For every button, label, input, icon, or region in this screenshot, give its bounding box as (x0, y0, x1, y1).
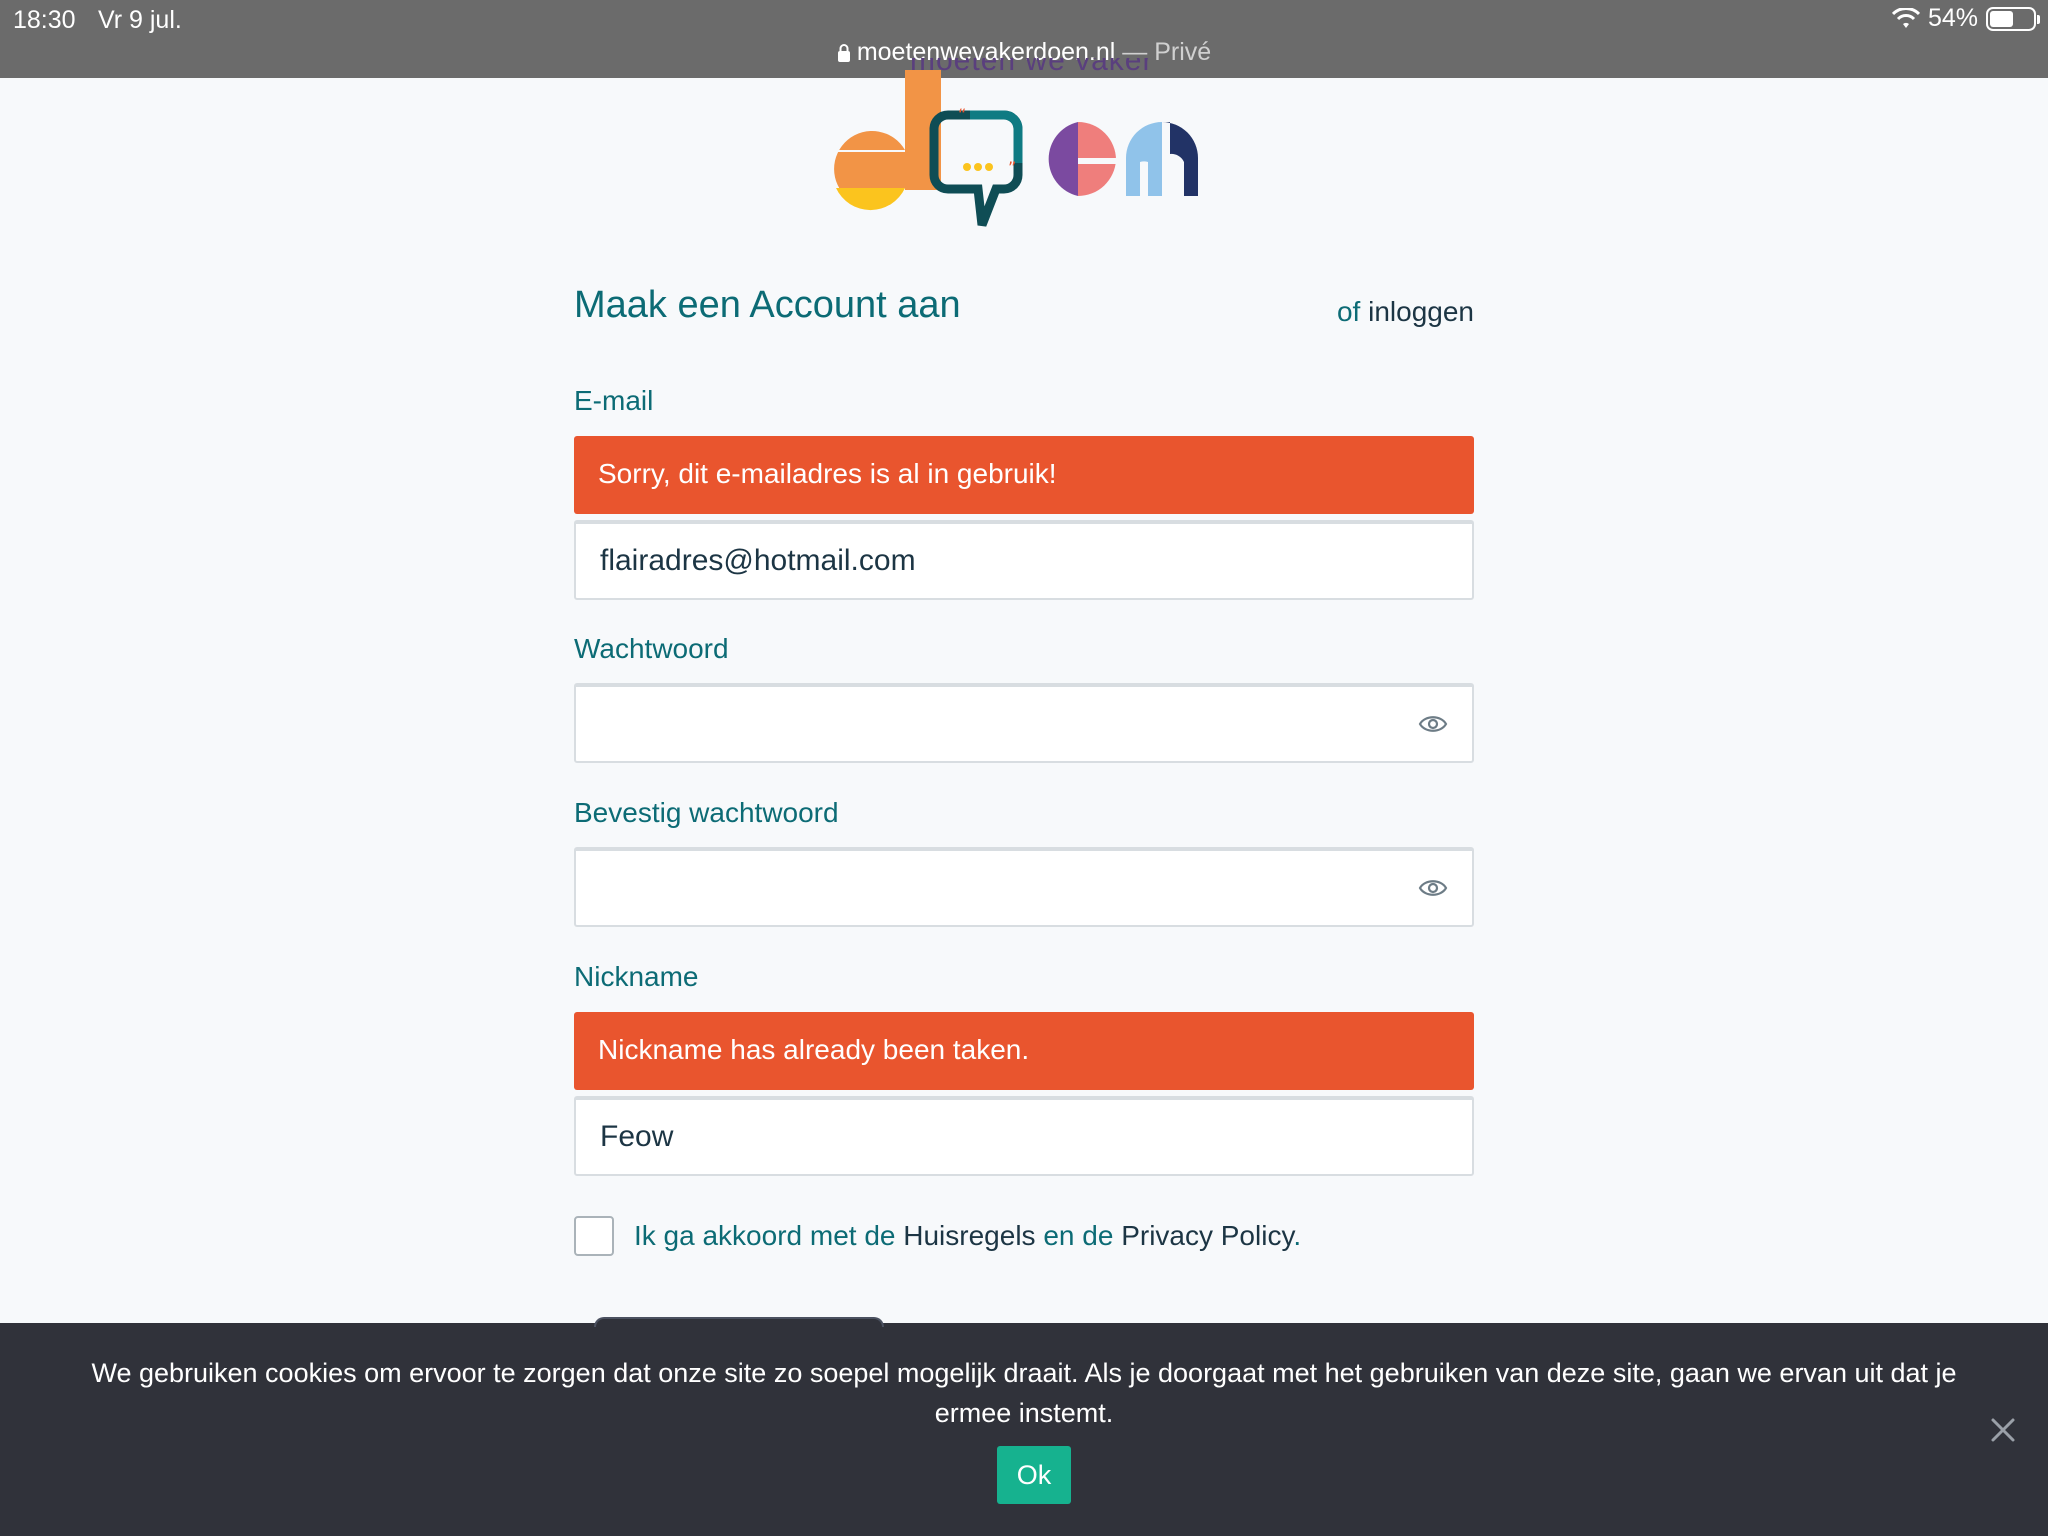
lock-icon (837, 44, 850, 62)
password-field[interactable] (574, 683, 1474, 763)
cookie-message: We gebruiken cookies om ervoor te zorgen… (91, 1358, 1957, 1428)
form-header: Maak een Account aan of inloggen (574, 270, 1474, 350)
svg-text:“: “ (958, 105, 966, 124)
cookie-banner: We gebruiken cookies om ervoor te zorgen… (0, 1317, 2048, 1536)
terms-checkbox[interactable] (574, 1216, 614, 1256)
battery-icon (1986, 6, 2040, 31)
battery-percentage: 54% (1927, 4, 1978, 32)
svg-text:”: ” (1008, 158, 1016, 177)
wifi-icon (1891, 7, 1920, 28)
cookie-ok-button[interactable]: Ok (997, 1446, 1071, 1504)
confirm-password-field[interactable] (574, 847, 1474, 927)
status-indicators: 54% (1891, 4, 2040, 33)
terms-agreement: Ik ga akkoord met de Huisregels en de Pr… (574, 1215, 1301, 1257)
status-date: Vr 9 jul. (98, 6, 182, 34)
battery-level-fill (1990, 10, 2013, 27)
hidden-submit-button-edge (594, 1317, 884, 1327)
site-logo[interactable]: doen “ ” (830, 70, 1220, 235)
login-link-group: of inloggen (1337, 296, 1474, 328)
status-time: 18:30 (13, 6, 76, 34)
password-input[interactable] (600, 705, 1380, 739)
register-form: Maak een Account aan of inloggen (574, 270, 1474, 350)
privacy-policy-link[interactable]: Privacy Policy (1121, 1220, 1293, 1251)
show-password-eye-icon[interactable] (1418, 709, 1448, 739)
terms-suffix: . (1293, 1220, 1302, 1251)
nickname-label: Nickname (574, 961, 699, 992)
confirm-password-input[interactable] (600, 869, 1380, 903)
nickname-input[interactable] (574, 1096, 1474, 1176)
email-input[interactable] (574, 520, 1474, 600)
login-prefix: of (1336, 296, 1361, 327)
password-label: Wachtwoord (574, 633, 729, 664)
page-title: Maak een Account aan (574, 284, 961, 326)
login-link[interactable]: inloggen (1368, 296, 1474, 327)
terms-middle: en de (1043, 1220, 1114, 1251)
nickname-error-alert: Nickname has already been taken. (574, 1012, 1474, 1090)
email-label: E-mail (574, 385, 654, 416)
confirm-password-label: Bevestig wachtwoord (574, 797, 839, 828)
terms-text: Ik ga akkoord met de Huisregels en de Pr… (634, 1220, 1301, 1252)
house-rules-link[interactable]: Huisregels (903, 1220, 1035, 1251)
close-icon[interactable] (1988, 1415, 2018, 1445)
show-confirm-password-eye-icon[interactable] (1418, 873, 1448, 903)
terms-prefix: Ik ga akkoord met de (634, 1220, 896, 1251)
email-error-alert: Sorry, dit e-mailadres is al in gebruik! (574, 436, 1474, 514)
